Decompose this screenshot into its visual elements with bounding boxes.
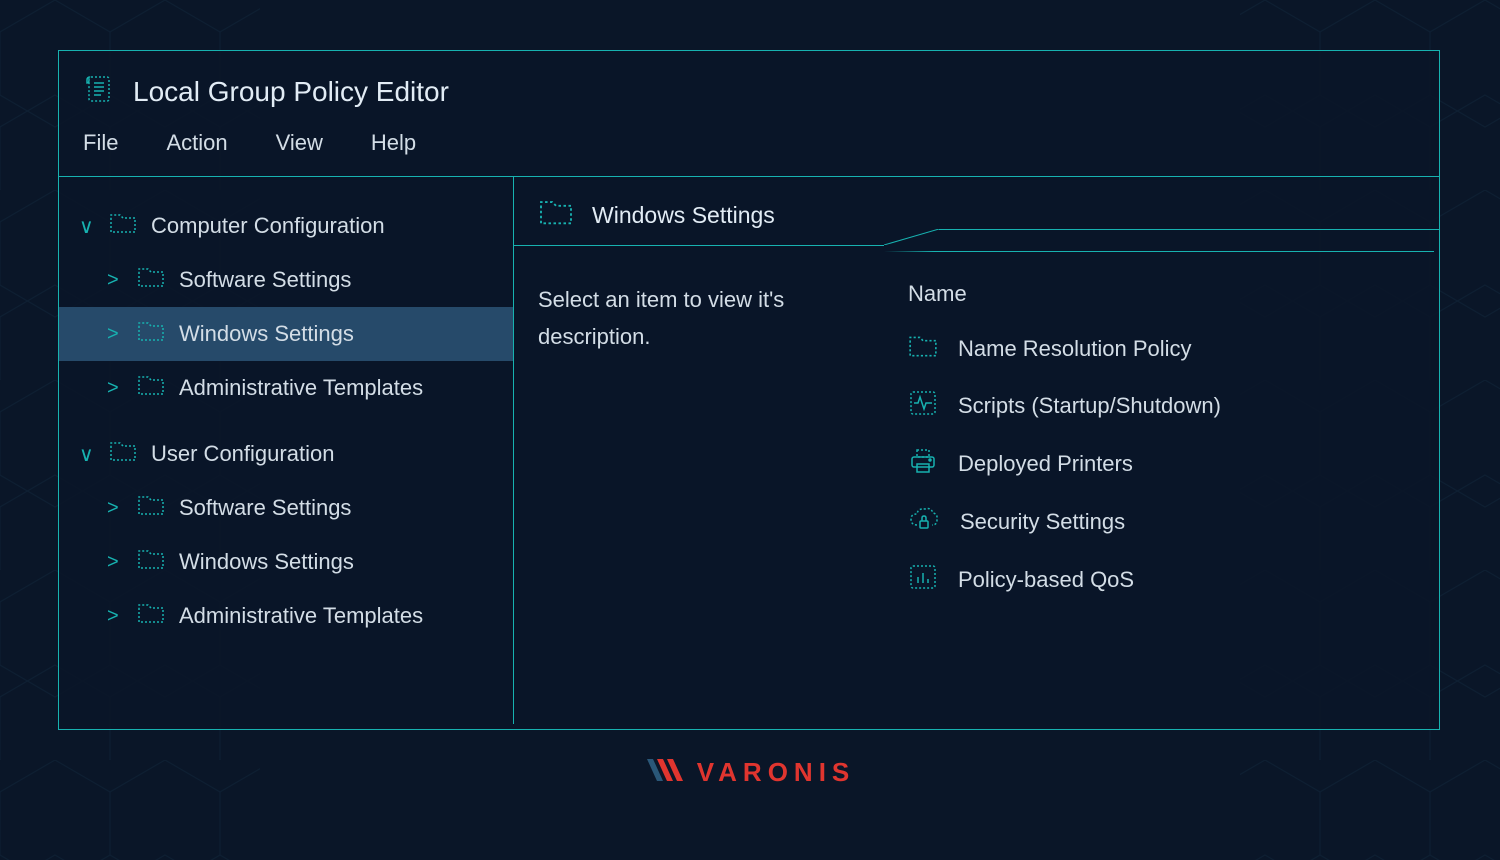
folder-icon	[137, 373, 165, 403]
window-body: ∨ Computer Configuration > Software Sett…	[59, 176, 1439, 724]
list-item-label: Deployed Printers	[958, 451, 1133, 477]
folder-icon	[109, 211, 137, 241]
folder-icon	[538, 197, 574, 233]
tree-uc-windows-settings[interactable]: > Windows Settings	[59, 535, 513, 589]
description-text: Select an item to view it's description.	[538, 281, 878, 609]
list-item-label: Scripts (Startup/Shutdown)	[958, 393, 1221, 419]
brand-logo: VARONIS	[0, 755, 1500, 790]
titlebar: Local Group Policy Editor	[59, 51, 1439, 122]
window-title: Local Group Policy Editor	[133, 76, 449, 108]
tree-item-label: Administrative Templates	[179, 603, 423, 629]
tree-item-label: Computer Configuration	[151, 213, 385, 239]
brand-name: VARONIS	[697, 757, 856, 788]
list-item-label: Security Settings	[960, 509, 1125, 535]
folder-icon	[109, 439, 137, 469]
content-title: Windows Settings	[592, 202, 775, 229]
tab-underline	[514, 245, 884, 246]
app-window: Local Group Policy Editor File Action Vi…	[58, 50, 1440, 730]
folder-icon	[137, 319, 165, 349]
tree-item-label: Windows Settings	[179, 549, 354, 575]
item-policy-qos[interactable]: Policy-based QoS	[908, 551, 1439, 609]
folder-icon	[137, 547, 165, 577]
header-line	[939, 229, 1439, 230]
chevron-down-icon: ∨	[79, 214, 95, 239]
tree-user-configuration[interactable]: ∨ User Configuration	[59, 427, 513, 481]
folder-icon	[137, 493, 165, 523]
chevron-right-icon: >	[107, 377, 123, 400]
column-header-name: Name	[908, 281, 1439, 321]
folder-icon	[908, 333, 938, 365]
tree-item-label: Administrative Templates	[179, 375, 423, 401]
content-header: Windows Settings	[514, 177, 934, 251]
chevron-right-icon: >	[107, 497, 123, 520]
chevron-down-icon: ∨	[79, 442, 95, 467]
tab-diagonal	[884, 229, 939, 245]
folder-icon	[137, 601, 165, 631]
tree-cc-windows-settings[interactable]: > Windows Settings	[59, 307, 513, 361]
chevron-right-icon: >	[107, 269, 123, 292]
menu-file[interactable]: File	[83, 130, 118, 156]
list-item-label: Policy-based QoS	[958, 567, 1134, 593]
list-item-label: Name Resolution Policy	[958, 336, 1192, 362]
chevron-right-icon: >	[107, 323, 123, 346]
tree-uc-admin-templates[interactable]: > Administrative Templates	[59, 589, 513, 643]
menu-action[interactable]: Action	[166, 130, 227, 156]
tree-item-label: Software Settings	[179, 495, 351, 521]
tree-cc-software-settings[interactable]: > Software Settings	[59, 253, 513, 307]
menubar: File Action View Help	[59, 122, 1439, 176]
chevron-right-icon: >	[107, 605, 123, 628]
scroll-icon	[83, 73, 115, 110]
tree-item-label: User Configuration	[151, 441, 334, 467]
content-panel: Windows Settings Select an item to view …	[514, 177, 1439, 724]
tree-item-label: Software Settings	[179, 267, 351, 293]
chevron-right-icon: >	[107, 551, 123, 574]
pulse-icon	[908, 389, 938, 423]
menu-help[interactable]: Help	[371, 130, 416, 156]
cloud-lock-icon	[908, 505, 940, 539]
tree-item-label: Windows Settings	[179, 321, 354, 347]
menu-view[interactable]: View	[276, 130, 323, 156]
item-name-resolution-policy[interactable]: Name Resolution Policy	[908, 321, 1439, 377]
tree-uc-software-settings[interactable]: > Software Settings	[59, 481, 513, 535]
item-security-settings[interactable]: Security Settings	[908, 493, 1439, 551]
item-deployed-printers[interactable]: Deployed Printers	[908, 435, 1439, 493]
content-list: Name Name Resolution Policy	[908, 281, 1439, 609]
printer-icon	[908, 447, 938, 481]
tree-panel: ∨ Computer Configuration > Software Sett…	[59, 177, 514, 724]
chart-icon	[908, 563, 938, 597]
folder-icon	[137, 265, 165, 295]
varonis-mark-icon	[645, 755, 687, 790]
tree-computer-configuration[interactable]: ∨ Computer Configuration	[59, 199, 513, 253]
item-scripts[interactable]: Scripts (Startup/Shutdown)	[908, 377, 1439, 435]
tree-cc-admin-templates[interactable]: > Administrative Templates	[59, 361, 513, 415]
